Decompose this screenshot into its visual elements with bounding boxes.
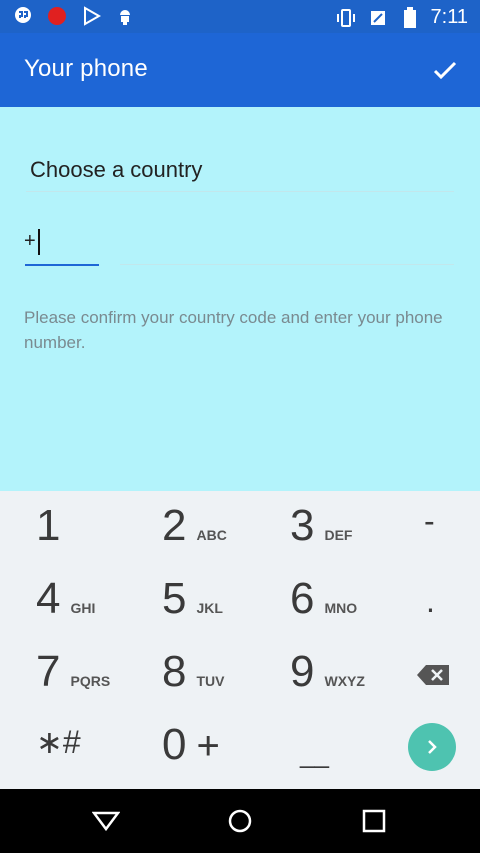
android-icon [114, 5, 136, 27]
key-5[interactable]: 5 JKL [162, 574, 223, 624]
back-icon [91, 811, 121, 832]
key-2[interactable]: 2 ABC [162, 501, 227, 551]
key-star-hash[interactable]: ∗# [36, 723, 81, 761]
phone-form: Choose a country + Please confirm your c… [0, 107, 480, 491]
key-9[interactable]: 9 WXYZ [290, 647, 365, 697]
status-left-icons [12, 5, 136, 27]
country-underline [26, 191, 454, 192]
text-cursor [38, 229, 40, 255]
hint-text: Please confirm your country code and ent… [24, 308, 443, 352]
back-button[interactable] [91, 809, 121, 833]
backspace-icon [417, 665, 449, 685]
vibrate-icon [335, 7, 357, 29]
hangouts-icon [12, 5, 34, 27]
battery-icon [399, 6, 421, 29]
key-0[interactable]: 0 + [162, 720, 220, 770]
country-code-field[interactable]: + [24, 230, 36, 253]
status-time: 7:11 [430, 6, 468, 28]
numeric-keypad: 1 2 ABC 3 DEF - 4 GHI 5 JKL 6 MNO . 7 PQ… [0, 491, 480, 789]
check-icon [433, 61, 457, 80]
key-6[interactable]: 6 MNO [290, 574, 357, 624]
key-7[interactable]: 7 PQRS [36, 647, 110, 697]
home-button[interactable] [226, 809, 254, 833]
country-code-underline [25, 264, 99, 266]
country-selector[interactable]: Choose a country [30, 157, 202, 183]
key-4[interactable]: 4 GHI [36, 574, 95, 624]
chevron-right-icon [428, 740, 437, 754]
record-icon [46, 5, 68, 27]
recents-icon [362, 809, 386, 833]
status-right-icons: 7:11 [335, 6, 468, 29]
key-3[interactable]: 3 DEF [290, 501, 352, 551]
phone-number-field[interactable] [120, 264, 454, 265]
navigation-bar [0, 789, 480, 853]
page-title: Your phone [24, 55, 148, 82]
key-minus[interactable]: - [424, 503, 435, 540]
key-underscore[interactable]: __ [300, 739, 329, 770]
confirm-button[interactable] [430, 55, 460, 85]
status-bar: 7:11 [0, 0, 480, 33]
key-dot[interactable]: . [426, 583, 435, 620]
app-bar: Your phone [0, 33, 480, 107]
next-button[interactable] [408, 723, 456, 771]
no-sim-icon [367, 7, 389, 29]
home-icon [228, 809, 252, 833]
key-1[interactable]: 1 [36, 501, 60, 551]
key-8[interactable]: 8 TUV [162, 647, 224, 697]
backspace-button[interactable] [416, 664, 450, 686]
recents-button[interactable] [360, 809, 388, 833]
play-store-icon [80, 5, 102, 27]
